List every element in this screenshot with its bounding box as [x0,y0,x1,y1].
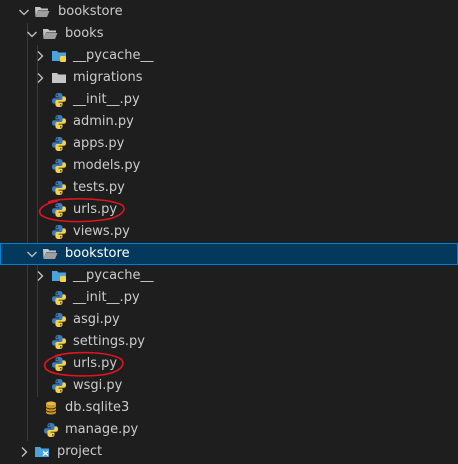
file-row-tests[interactable]: tests.py [0,177,458,199]
chevron-down-icon[interactable] [24,243,40,265]
python-file-icon [51,356,67,372]
python-file-icon [51,378,67,394]
file-row-urls[interactable]: urls.py [0,199,458,221]
python-file-icon [51,158,67,174]
python-file-icon [51,180,67,196]
file-label: tests.py [73,180,125,195]
chevron-right-icon[interactable] [32,67,48,89]
python-file-icon [51,312,67,328]
folder-label: project [57,444,103,459]
folder-row-bookstore-package[interactable]: bookstore [0,243,458,265]
file-row-admin[interactable]: admin.py [0,111,458,133]
file-label: db.sqlite3 [65,400,130,415]
folder-label: __pycache__ [73,48,154,63]
file-label: __init__.py [73,92,140,107]
file-row-apps[interactable]: apps.py [0,133,458,155]
python-file-icon [51,136,67,152]
pycache-folder-icon [51,268,67,284]
folder-row-books[interactable]: books [0,23,458,45]
project-folder-icon [34,444,50,460]
python-file-icon [51,114,67,130]
python-file-icon [51,202,67,218]
folder-row-migrations[interactable]: migrations [0,67,458,89]
chevron-down-icon[interactable] [16,1,32,23]
chevron-down-icon[interactable] [24,23,40,45]
folder-label: bookstore [58,4,123,19]
file-row-wsgi[interactable]: wsgi.py [0,375,458,397]
file-label: urls.py [73,202,118,217]
pycache-folder-icon [51,48,67,64]
folder-label: __pycache__ [73,268,154,283]
folder-label: migrations [73,70,143,85]
folder-label: books [65,26,104,41]
folder-row-pycache[interactable]: __pycache__ [0,45,458,67]
folder-row-project[interactable]: project [0,441,458,463]
chevron-right-icon[interactable] [32,265,48,287]
file-row-views[interactable]: views.py [0,221,458,243]
python-file-icon [51,224,67,240]
file-row-init[interactable]: __init__.py [0,89,458,111]
chevron-right-icon[interactable] [16,441,32,463]
python-file-icon [51,334,67,350]
file-row-init[interactable]: __init__.py [0,287,458,309]
file-label: admin.py [73,114,134,129]
file-row-urls[interactable]: urls.py [0,353,458,375]
file-row-settings[interactable]: settings.py [0,331,458,353]
file-label: settings.py [73,334,145,349]
file-row-asgi[interactable]: asgi.py [0,309,458,331]
file-row-models[interactable]: models.py [0,155,458,177]
folder-open-icon [34,4,50,20]
file-label: models.py [73,158,141,173]
folder-icon [51,70,67,86]
database-icon [43,400,59,416]
folder-open-icon [42,246,58,262]
file-label: asgi.py [73,312,120,327]
file-label: __init__.py [73,290,140,305]
python-file-icon [43,422,59,438]
file-row-db-sqlite3[interactable]: db.sqlite3 [0,397,458,419]
file-label: views.py [73,224,130,239]
file-label: apps.py [73,136,125,151]
folder-row-bookstore-root[interactable]: bookstore [0,1,458,23]
explorer-tree: bookstore books __pycache__ migrations _… [0,1,458,463]
file-label: urls.py [73,356,118,371]
python-file-icon [51,92,67,108]
folder-label: bookstore [65,246,130,261]
file-row-manage[interactable]: manage.py [0,419,458,441]
file-label: wsgi.py [73,378,123,393]
folder-row-pycache[interactable]: __pycache__ [0,265,458,287]
folder-open-icon [42,26,58,42]
python-file-icon [51,290,67,306]
file-label: manage.py [65,422,139,437]
chevron-right-icon[interactable] [32,45,48,67]
